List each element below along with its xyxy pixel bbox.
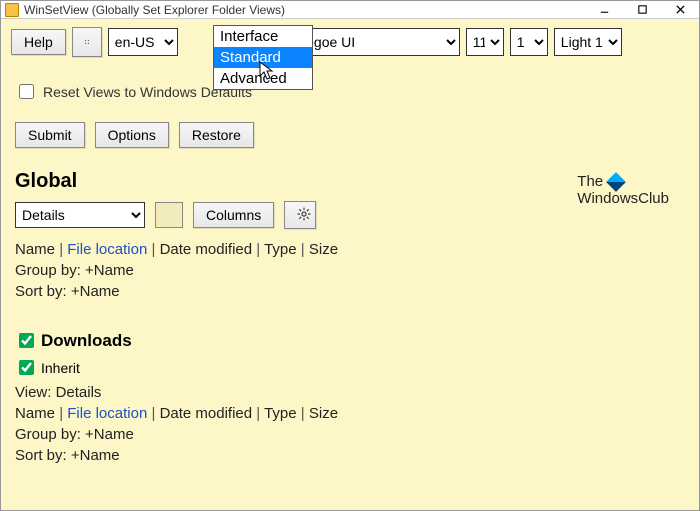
submit-button[interactable]: Submit [15, 122, 85, 148]
logo: The WindowsClub [577, 173, 669, 207]
gear-icon [297, 207, 311, 221]
help-button[interactable]: Help [11, 29, 66, 55]
inherit-checkbox[interactable] [19, 360, 34, 375]
logo-line2: WindowsClub [577, 190, 669, 207]
settings-button[interactable] [284, 201, 316, 229]
toolbar: Help en-US Segoe UI 11 1 Light 1 Interfa… [1, 19, 699, 65]
mode-dropdown[interactable]: Interface Standard Advanced [213, 25, 313, 90]
columns-button[interactable]: Columns [193, 202, 274, 228]
inherit-label: Inherit [41, 360, 80, 376]
downloads-columns: Name | File location | Date modified | T… [15, 405, 685, 422]
global-groupby: Group by: +Name [15, 262, 685, 279]
global-columns: Name | File location | Date modified | T… [15, 241, 685, 258]
col-type: Type [264, 241, 297, 258]
col-size: Size [309, 241, 338, 258]
dl-col-type: Type [264, 405, 297, 422]
dl-col-filelocation[interactable]: File location [67, 405, 147, 422]
close-button[interactable] [661, 1, 699, 19]
reset-row: Reset Views to Windows Defaults [15, 81, 685, 102]
downloads-groupby: Group by: +Name [15, 426, 685, 443]
font-select[interactable]: Segoe UI [290, 28, 460, 56]
maximize-button[interactable] [623, 1, 661, 19]
fullscreen-icon [85, 35, 89, 49]
fullscreen-button[interactable] [72, 27, 102, 57]
window-title: WinSetView (Globally Set Explorer Folder… [24, 3, 285, 17]
app-icon [5, 3, 19, 17]
scale-select[interactable]: 1 [510, 28, 548, 56]
downloads-sortby: Sort by: +Name [15, 447, 685, 464]
dropdown-option-advanced[interactable]: Advanced [214, 68, 312, 89]
action-row: Submit Options Restore [15, 122, 685, 148]
reset-checkbox[interactable] [19, 84, 34, 99]
theme-select[interactable]: Light 1 [554, 28, 622, 56]
col-name: Name [15, 241, 55, 258]
titlebar: WinSetView (Globally Set Explorer Folder… [1, 1, 699, 19]
downloads-heading-row: Downloads [15, 330, 685, 351]
options-button[interactable]: Options [95, 122, 169, 148]
downloads-checkbox[interactable] [19, 333, 34, 348]
dropdown-option-standard[interactable]: Standard [214, 47, 312, 68]
restore-button[interactable]: Restore [179, 122, 254, 148]
logo-line1: The [577, 173, 603, 190]
content: Reset Views to Windows Defaults Submit O… [1, 65, 699, 474]
global-sortby: Sort by: +Name [15, 283, 685, 300]
dropdown-option-interface[interactable]: Interface [214, 26, 312, 47]
minimize-button[interactable] [585, 1, 623, 19]
language-select[interactable]: en-US [108, 28, 178, 56]
col-filelocation[interactable]: File location [67, 241, 147, 258]
app-window: WinSetView (Globally Set Explorer Folder… [0, 0, 700, 511]
fontsize-select[interactable]: 11 [466, 28, 504, 56]
dl-col-size: Size [309, 405, 338, 422]
inherit-row: Inherit [15, 357, 685, 378]
global-view-select[interactable]: Details [15, 202, 145, 228]
dl-col-datemodified: Date modified [160, 405, 253, 422]
dl-col-name: Name [15, 405, 55, 422]
color-swatch[interactable] [155, 202, 183, 228]
downloads-view: View: Details [15, 384, 685, 401]
logo-icon [606, 172, 626, 192]
col-datemodified: Date modified [160, 241, 253, 258]
downloads-heading: Downloads [41, 331, 132, 351]
